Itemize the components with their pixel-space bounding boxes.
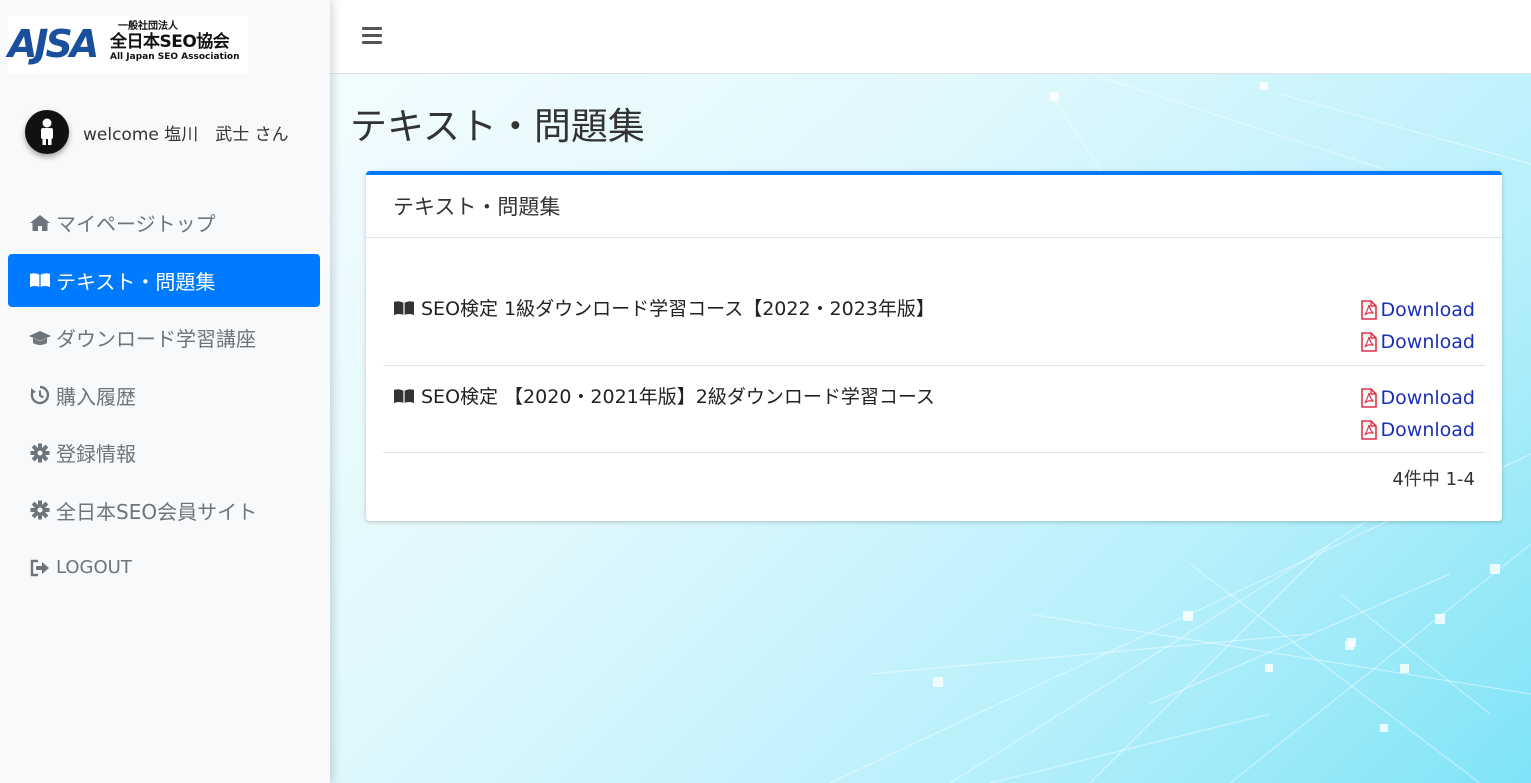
card-header: テキスト・問題集: [366, 175, 1502, 238]
pdf-file-icon: [1360, 332, 1377, 352]
graduation-cap-icon: [28, 326, 52, 350]
sign-out-icon: [28, 556, 52, 580]
logo-org-line1: 一般社団法人: [118, 21, 178, 32]
brand-logo[interactable]: AJSA 一般社団法人 全日本SEO協会 All Japan SEO Assoc…: [8, 16, 248, 74]
pagination-info: 4件中 1-4: [1392, 469, 1475, 490]
sidebar-item-label: マイページトップ: [56, 212, 216, 236]
download-link[interactable]: Download: [1360, 294, 1475, 326]
sidebar-nav: マイページトップ テキスト・問題集 ダウンロード学習講座 購入履歴 登録情報 全…: [8, 196, 320, 599]
sidebar-item-logout[interactable]: LOGOUT: [8, 541, 320, 594]
download-list: Download Download: [1360, 382, 1475, 446]
download-link[interactable]: Download: [1360, 326, 1475, 358]
sidebar-item-registration-info[interactable]: 登録情報: [8, 426, 320, 479]
home-icon: [28, 211, 52, 235]
sidebar-item-purchase-history[interactable]: 購入履歴: [8, 369, 320, 422]
hamburger-menu-icon[interactable]: [362, 27, 382, 45]
top-bar: [330, 0, 1531, 74]
list-item: SEO検定 1級ダウンロード学習コース【2022・2023年版】 Downloa…: [383, 278, 1485, 366]
user-greeting: welcome 塩川 武士 さん: [83, 124, 289, 145]
card-body: SEO検定 1級ダウンロード学習コース【2022・2023年版】 Downloa…: [366, 278, 1502, 453]
avatar: [25, 110, 69, 154]
sidebar: AJSA 一般社団法人 全日本SEO協会 All Japan SEO Assoc…: [0, 0, 330, 783]
course-title-text: SEO検定 1級ダウンロード学習コース【2022・2023年版】: [421, 298, 935, 320]
download-label: Download: [1380, 299, 1475, 321]
logo-org-line2: 全日本SEO協会: [110, 32, 230, 52]
sidebar-item-mypage-top[interactable]: マイページトップ: [8, 196, 320, 249]
user-panel: welcome 塩川 武士 さん: [25, 110, 289, 154]
download-label: Download: [1380, 419, 1475, 441]
sidebar-item-label: 登録情報: [56, 442, 136, 466]
logo-text: 一般社団法人 全日本SEO協会 All Japan SEO Associatio…: [110, 22, 240, 62]
book-open-icon: [393, 388, 415, 404]
main-content: テキスト・問題集 テキスト・問題集 SEO検定 1級ダウンロード学習コース【20…: [330, 74, 1531, 783]
sidebar-item-download-course[interactable]: ダウンロード学習講座: [8, 311, 320, 364]
pdf-file-icon: [1360, 300, 1377, 320]
pdf-file-icon: [1360, 420, 1377, 440]
logo-org-line3: All Japan SEO Association: [110, 52, 240, 62]
download-link[interactable]: Download: [1360, 414, 1475, 446]
page-title: テキスト・問題集: [350, 105, 645, 148]
sidebar-item-label: ダウンロード学習講座: [56, 327, 256, 351]
book-open-icon: [393, 300, 415, 316]
sidebar-item-member-site[interactable]: 全日本SEO会員サイト: [8, 484, 320, 537]
course-title: SEO検定 【2020・2021年版】2級ダウンロード学習コース: [393, 382, 935, 409]
gear-icon: [28, 498, 52, 522]
download-label: Download: [1380, 331, 1475, 353]
course-title: SEO検定 1級ダウンロード学習コース【2022・2023年版】: [393, 294, 935, 321]
list-item: SEO検定 【2020・2021年版】2級ダウンロード学習コース Downloa…: [383, 366, 1485, 453]
pdf-file-icon: [1360, 388, 1377, 408]
download-label: Download: [1380, 387, 1475, 409]
gear-icon: [28, 441, 52, 465]
history-icon: [28, 383, 52, 407]
user-silhouette-icon: [41, 118, 53, 145]
sidebar-item-label: LOGOUT: [56, 557, 132, 578]
download-list: Download Download: [1360, 294, 1475, 358]
logo-mark: AJSA: [8, 22, 99, 66]
sidebar-item-text-workbook[interactable]: テキスト・問題集: [8, 253, 320, 307]
book-open-icon: [28, 268, 52, 292]
download-link[interactable]: Download: [1360, 382, 1475, 414]
sidebar-item-label: 全日本SEO会員サイト: [56, 499, 258, 524]
sidebar-item-label: 購入履歴: [56, 384, 136, 409]
course-title-text: SEO検定 【2020・2021年版】2級ダウンロード学習コース: [421, 386, 935, 408]
sidebar-item-label: テキスト・問題集: [56, 269, 216, 294]
content-card: テキスト・問題集 SEO検定 1級ダウンロード学習コース【2022・2023年版…: [366, 171, 1502, 521]
